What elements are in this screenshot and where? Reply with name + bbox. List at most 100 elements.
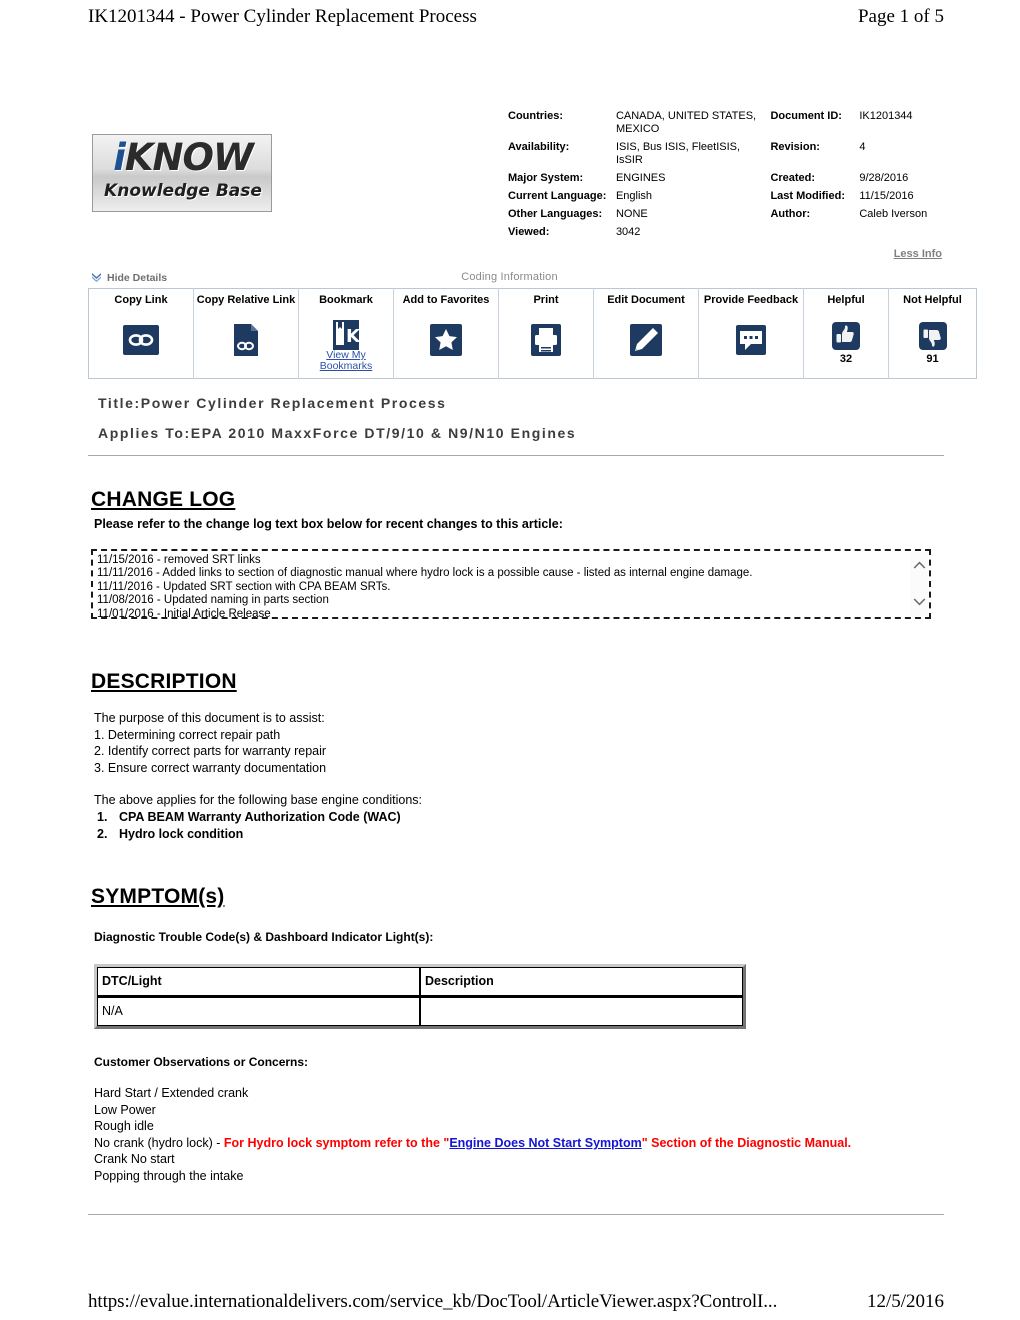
less-info-link[interactable]: Less Info [894, 248, 942, 260]
symptoms-heading: SYMPTOM(s) [91, 885, 225, 908]
metadata-value: CANADA, UNITED STATES, MEXICO [615, 110, 757, 135]
document-metadata: Countries: CANADA, UNITED STATES, MEXICO… [508, 108, 944, 242]
metadata-value: IK1201344 [859, 110, 913, 122]
observations-title: Customer Observations or Concerns: [94, 1055, 309, 1069]
section-divider-top [88, 455, 944, 456]
conditions-list: 1. CPA BEAM Warranty Authorization Code (… [94, 809, 941, 842]
metadata-label: Created: [770, 172, 816, 184]
bookmark-ik-icon[interactable]: K [301, 320, 391, 350]
toolbar-cell-print[interactable]: Print [498, 288, 594, 379]
toolbar-actions-table: Copy Link Copy Relative Link Bookmark K … [88, 288, 977, 379]
article-applies-label: Applies To: [98, 425, 191, 441]
pencil-icon[interactable] [596, 320, 696, 360]
toolbar-label: Not Helpful [903, 294, 962, 306]
article-applies-value: EPA 2010 MaxxForce DT/9/10 & N9/N10 Engi… [190, 425, 577, 441]
metadata-row: Countries: CANADA, UNITED STATES, MEXICO… [508, 108, 944, 139]
observations-list: Hard Start / Extended crank Low Power Ro… [91, 1085, 941, 1185]
change-log-entry: 11/11/2016 - Added links to section of d… [97, 567, 753, 580]
toolbar-cell-copy-link[interactable]: Copy Link [88, 288, 194, 379]
metadata-value: 9/28/2016 [859, 172, 909, 184]
star-icon[interactable] [396, 320, 496, 360]
observation-hydro-lock-item: No crank (hydro lock) - For Hydro lock s… [94, 1135, 941, 1152]
scroll-up-icon[interactable] [913, 557, 926, 575]
change-log-textbox[interactable]: 11/15/2016 - removed SRT links 11/11/201… [91, 549, 931, 619]
purpose-item: 1. Determining correct repair path [94, 727, 281, 742]
condition-text: Hydro lock condition [119, 826, 244, 841]
chain-link-icon[interactable] [91, 320, 191, 360]
hydro-lock-prefix: No crank (hydro lock) - [94, 1135, 224, 1150]
toolbar-label: Copy Link [114, 294, 168, 306]
not-helpful-count: 91 [926, 353, 939, 365]
coding-information-label: Coding Information [461, 271, 558, 283]
metadata-value: 4 [859, 141, 866, 153]
dtc-table: DTC/Light Description N/A [94, 964, 746, 1029]
metadata-label-empty [770, 224, 859, 242]
condition-number: 1. [97, 809, 108, 824]
change-log-section: CHANGE LOG Please refer to the change lo… [91, 488, 941, 619]
toolbar-cell-provide-feedback[interactable]: Provide Feedback [698, 288, 804, 379]
article-applies-line: Applies To:EPA 2010 MaxxForce DT/9/10 & … [98, 418, 938, 448]
metadata-label: Other Languages: [508, 208, 603, 220]
metadata-row: Major System: ENGINES Created: 9/28/2016 [508, 170, 944, 188]
view-my-bookmarks-link[interactable]: View My Bookmarks [301, 350, 391, 372]
change-log-entry: 11/15/2016 - removed SRT links [97, 554, 261, 566]
metadata-value: English [615, 190, 653, 202]
toolbar-cell-helpful[interactable]: Helpful 32 [803, 288, 889, 379]
dtc-column-header: DTC/Light [97, 967, 420, 997]
footer-url: https://evalue.internationaldelivers.com… [88, 1291, 778, 1312]
logo-know-text: KNOW [124, 136, 254, 179]
dtc-subtitle: Diagnostic Trouble Code(s) & Dashboard I… [94, 930, 434, 944]
toolbar-label: Bookmark [319, 294, 373, 306]
thumbs-up-icon[interactable] [806, 320, 886, 352]
helpful-count: 32 [839, 353, 853, 365]
page-header-pagination: Page 1 of 5 [857, 6, 944, 27]
table-header-row: DTC/Light Description [97, 967, 743, 997]
hydro-lock-alert-after: " Section of the Diagnostic Manual. [641, 1135, 852, 1150]
printer-icon[interactable] [501, 320, 591, 360]
metadata-label: Viewed: [508, 226, 550, 238]
iknow-logo: iKNOW Knowledge Base [92, 134, 272, 212]
purpose-item: 2. Identify correct parts for warranty r… [94, 744, 327, 759]
toolbar-cell-bookmark[interactable]: Bookmark K View My Bookmarks [298, 288, 394, 379]
description-heading: DESCRIPTION [91, 670, 237, 693]
toolbar-label: Copy Relative Link [196, 294, 296, 306]
condition-item: 2. Hydro lock condition [97, 826, 941, 843]
metadata-row: Viewed: 3042 [508, 224, 944, 242]
scroll-down-icon[interactable] [913, 593, 926, 611]
footer-date: 12/5/2016 [866, 1291, 944, 1312]
observation-item: Hard Start / Extended crank [94, 1086, 249, 1100]
metadata-row: Current Language: English Last Modified:… [508, 188, 944, 206]
symptoms-section: SYMPTOM(s) Diagnostic Trouble Code(s) & … [91, 885, 941, 1185]
observation-item: Popping through the intake [94, 1168, 244, 1183]
change-log-scrollbar[interactable] [910, 552, 928, 616]
purpose-intro: The purpose of this document is to assis… [94, 711, 325, 725]
article-title-line: Title:Power Cylinder Replacement Process [98, 388, 938, 418]
dtc-cell-code: N/A [97, 997, 420, 1026]
dtc-column-header: Description [420, 967, 743, 997]
dtc-cell-description [420, 997, 743, 1026]
toolbar-label: Print [533, 294, 559, 306]
document-link-icon[interactable] [196, 320, 296, 360]
metadata-label: Document ID: [770, 110, 842, 122]
engine-does-not-start-symptom-link[interactable]: Engine Does Not Start Symptom [449, 1136, 641, 1150]
comment-icon[interactable] [701, 320, 801, 360]
change-log-entries: 11/15/2016 - removed SRT links 11/11/201… [97, 554, 897, 619]
metadata-label: Countries: [508, 110, 563, 122]
metadata-label: Availability: [508, 141, 570, 153]
toolbar-label: Helpful [827, 294, 865, 306]
change-log-entry: 11/01/2016 - Initial Article Release [97, 607, 271, 619]
metadata-value: Caleb Iverson [859, 208, 928, 220]
condition-item: 1. CPA BEAM Warranty Authorization Code (… [97, 809, 941, 826]
thumbs-down-icon[interactable] [891, 320, 974, 352]
change-log-entry: 11/11/2016 - Updated SRT section with CP… [97, 580, 391, 593]
toolbar-cell-add-to-favorites[interactable]: Add to Favorites [393, 288, 499, 379]
metadata-label: Last Modified: [770, 190, 845, 202]
document-info-area: iKNOW Knowledge Base Countries: CANADA, … [88, 100, 944, 260]
change-log-heading: CHANGE LOG [91, 488, 236, 511]
condition-number: 2. [97, 826, 108, 841]
toolbar-cell-not-helpful[interactable]: Not Helpful 91 [888, 288, 977, 379]
toolbar-cell-edit-document[interactable]: Edit Document [593, 288, 699, 379]
print-page-footer: https://evalue.internationaldelivers.com… [88, 1291, 944, 1313]
toolbar-cell-copy-relative-link[interactable]: Copy Relative Link [193, 288, 299, 379]
